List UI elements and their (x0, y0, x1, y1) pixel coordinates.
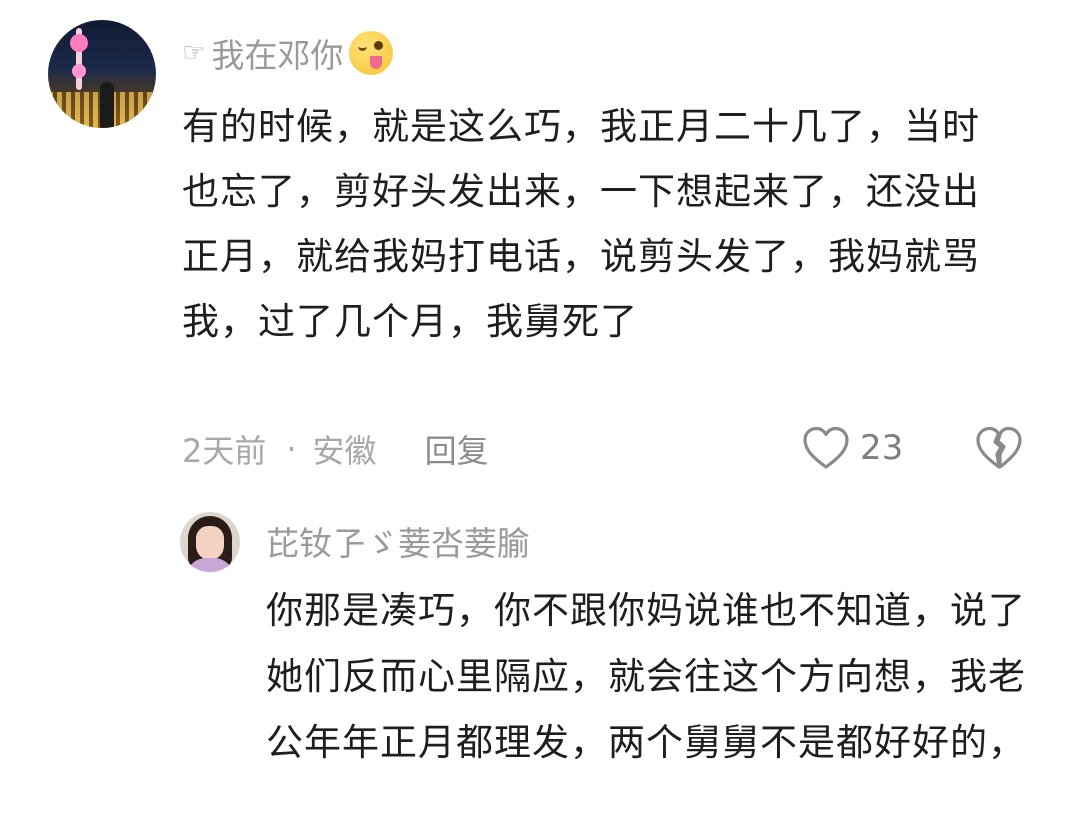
avatar-face-shape (196, 526, 224, 560)
avatar-ball-shape (72, 64, 86, 78)
reply-avatar[interactable] (180, 512, 240, 572)
avatar[interactable] (48, 20, 156, 128)
tongue-wink-emoji-icon (349, 31, 394, 75)
reply-button[interactable]: 回复 (425, 426, 489, 472)
avatar-ball-shape (70, 34, 88, 52)
like-count: 23 (860, 428, 904, 468)
comment-username[interactable]: 我在邓你 (211, 29, 343, 77)
comment-location: 安徽 (312, 432, 377, 470)
reply-username[interactable]: 芘钕孒ゞ菨呇菨腧 (266, 516, 530, 566)
pointing-hand-icon: ☞ (182, 38, 206, 68)
reply-text: 你那是凑巧，你不跟你妈说谁也不知道，说了她们反而心里隔应，就会往这个方向想，我老… (266, 589, 1026, 764)
avatar-person-silhouette (100, 82, 114, 128)
broken-heart-icon[interactable] (974, 422, 1024, 472)
heart-outline-icon (803, 426, 849, 469)
comment-text: 有的时候，就是这么巧，我正月二十几了，当时也忘了，剪好头发出来，一下想起来了，还… (182, 105, 980, 343)
comment-time: 2天前 (182, 432, 267, 470)
meta-separator: · (286, 430, 297, 468)
comment-username-row[interactable]: ☞ 我在邓你 (182, 29, 394, 77)
comment-meta: 2天前 · 安徽 回复 (182, 424, 489, 474)
like-button[interactable]: 23 (802, 420, 903, 476)
emoji-eye (374, 41, 384, 50)
